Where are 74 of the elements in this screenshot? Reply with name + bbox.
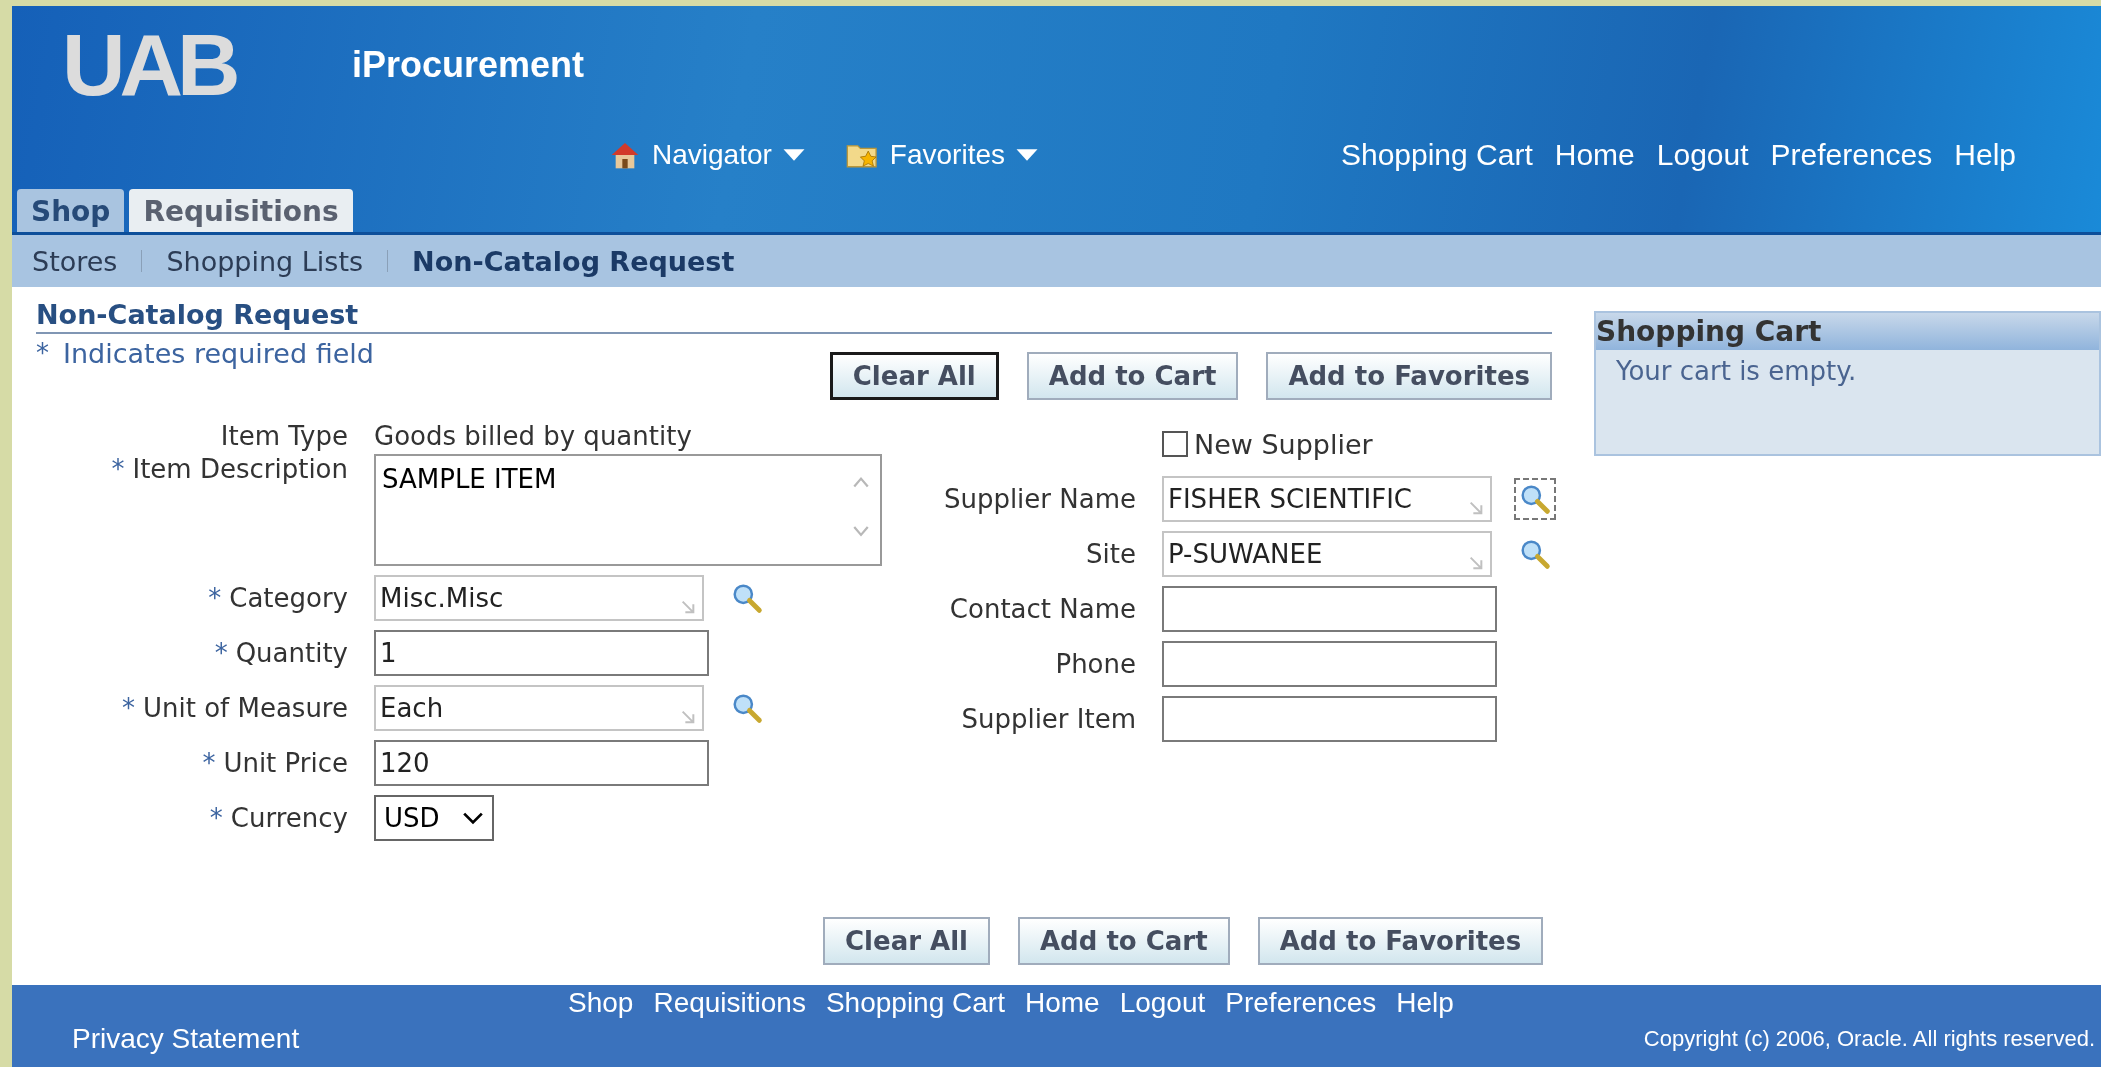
action-button[interactable]: Add to Favorites	[1257, 917, 1544, 965]
required-mark: *	[208, 583, 222, 613]
checkbox-label: New Supplier	[1194, 428, 1373, 460]
field-label: Supplier Item	[961, 704, 1136, 734]
currency-dropdown[interactable]: USD	[374, 795, 494, 841]
cart-message: Your cart is empty.	[1615, 355, 1858, 388]
menu-link[interactable]: Favorites	[889, 139, 1005, 171]
field-label: Unit Price	[223, 748, 348, 778]
tab[interactable]: Requisitions	[129, 189, 353, 232]
required-mark: *	[214, 638, 228, 668]
footer-link[interactable]: Help	[1396, 987, 1454, 1019]
action-button[interactable]: Clear All	[823, 917, 990, 965]
required-mark: *	[121, 693, 135, 723]
caret-icon[interactable]	[1015, 148, 1039, 162]
action-button[interactable]: Clear All	[829, 352, 999, 400]
required-mark: *	[111, 454, 125, 484]
subtab-link[interactable]: Shopping Lists	[166, 245, 364, 277]
lookup-field[interactable]: P-SUWANEE	[1162, 531, 1492, 577]
description-field[interactable]: SAMPLE ITEM	[374, 454, 882, 566]
field-label: Contact Name	[949, 594, 1136, 624]
subtab-link[interactable]: Non-Catalog Request	[412, 245, 735, 277]
tab[interactable]: Shop	[17, 189, 125, 232]
global-link[interactable]: Home	[1554, 138, 1635, 172]
resize-arrow-icon	[680, 709, 696, 725]
required-mark: *	[209, 803, 223, 833]
text-field[interactable]: 120	[374, 740, 709, 786]
global-link[interactable]: Shopping Cart	[1340, 138, 1533, 172]
action-button[interactable]: Add to Favorites	[1266, 352, 1552, 400]
field-value: Goods billed by quantity	[374, 421, 692, 451]
field-label: Supplier Name	[943, 484, 1136, 514]
text-field[interactable]	[1162, 641, 1497, 687]
action-button[interactable]: Add to Cart	[1026, 352, 1239, 400]
field-label: Currency	[230, 803, 348, 833]
required-note: Indicates required field	[63, 338, 374, 371]
app-title: iProcurement	[352, 44, 585, 86]
lookup-field[interactable]: Misc.Misc	[374, 575, 704, 621]
footer-link[interactable]: Home	[1024, 987, 1100, 1019]
field-label: Unit of Measure	[142, 693, 348, 723]
global-link[interactable]: Logout	[1656, 138, 1749, 172]
resize-arrow-icon	[1468, 500, 1484, 516]
footer-link[interactable]: Requisitions	[653, 987, 806, 1019]
field-label: Item Type	[220, 421, 348, 451]
field-label: Phone	[1055, 649, 1136, 679]
resize-arrow-icon	[1468, 555, 1484, 571]
subtab-link[interactable]: Stores	[32, 245, 118, 277]
text-field[interactable]	[1162, 696, 1497, 742]
caret-icon[interactable]	[781, 148, 806, 162]
resize-arrow-icon	[680, 599, 696, 615]
checkbox[interactable]	[1162, 431, 1188, 457]
text-field[interactable]	[1162, 586, 1497, 632]
copyright-text: Copyright (c) 2006, Oracle. All rights reserved.	[1643, 1026, 2095, 1052]
field-label: Quantity	[235, 638, 348, 668]
required-mark: *	[202, 748, 216, 778]
cart-title: Shopping Cart	[1596, 313, 2099, 350]
global-link[interactable]: Help	[1954, 138, 2016, 172]
chevron-down-icon	[462, 811, 484, 825]
required-mark: *	[36, 338, 49, 370]
footer-link[interactable]: Logout	[1119, 987, 1206, 1019]
field-label: Site	[1086, 539, 1136, 569]
privacy-link[interactable]: Privacy Statement	[72, 1023, 300, 1055]
field-label: Item Description	[132, 454, 348, 484]
page-title: Non-Catalog Request	[36, 299, 1552, 334]
lookup-field[interactable]: FISHER SCIENTIFIC	[1162, 476, 1492, 522]
footer-link[interactable]: Shop	[568, 987, 634, 1019]
lookup-field[interactable]: Each	[374, 685, 704, 731]
action-button[interactable]: Add to Cart	[1018, 917, 1230, 965]
global-link[interactable]: Preferences	[1770, 138, 1933, 172]
search-icon[interactable]	[1514, 478, 1556, 520]
field-label: Category	[229, 583, 348, 613]
footer-link[interactable]: Preferences	[1225, 987, 1377, 1019]
text-field[interactable]: 1	[374, 630, 709, 676]
logo: UAB	[62, 21, 237, 109]
menu-link[interactable]: Navigator	[652, 139, 772, 171]
footer-link[interactable]: Shopping Cart	[825, 987, 1005, 1019]
